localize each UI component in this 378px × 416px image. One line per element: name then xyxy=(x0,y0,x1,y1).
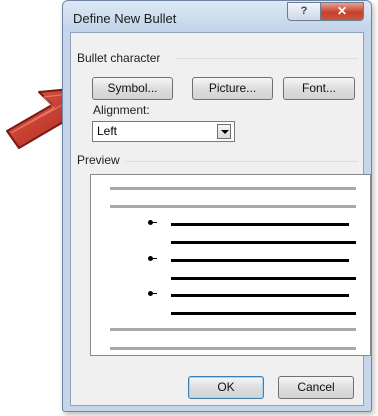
picture-button[interactable]: Picture... xyxy=(192,77,273,100)
preview-line xyxy=(110,205,356,208)
font-button[interactable]: Font... xyxy=(283,77,355,100)
group-divider xyxy=(175,58,358,59)
preview-line xyxy=(110,187,356,190)
bullet-icon xyxy=(148,256,158,262)
alignment-label: Alignment: xyxy=(93,103,150,117)
bullet-character-group-label: Bullet character xyxy=(77,51,161,65)
preview-line xyxy=(171,294,349,297)
cancel-button[interactable]: Cancel xyxy=(278,376,354,399)
group-divider xyxy=(125,161,358,162)
alignment-value: Left xyxy=(97,124,118,138)
preview-line xyxy=(171,241,356,244)
preview-line xyxy=(110,347,356,350)
preview-label: Preview xyxy=(77,153,120,167)
chevron-down-icon[interactable] xyxy=(217,124,231,139)
symbol-button[interactable]: Symbol... xyxy=(92,77,173,100)
preview-line xyxy=(171,277,356,280)
preview-line xyxy=(110,328,356,331)
title-bar: Define New Bullet ? ✕ xyxy=(63,1,371,31)
define-new-bullet-dialog: Define New Bullet ? ✕ Bullet character S… xyxy=(62,0,372,412)
bullet-icon xyxy=(148,220,158,226)
preview-pane xyxy=(90,174,371,356)
close-button[interactable]: ✕ xyxy=(320,2,364,21)
preview-line xyxy=(171,223,349,226)
alignment-dropdown[interactable]: Left xyxy=(92,121,235,142)
preview-line xyxy=(171,259,349,262)
ok-button[interactable]: OK xyxy=(188,376,264,399)
help-button[interactable]: ? xyxy=(287,2,321,21)
bullet-icon xyxy=(148,291,158,297)
dialog-title: Define New Bullet xyxy=(73,11,177,26)
preview-line xyxy=(171,312,356,315)
